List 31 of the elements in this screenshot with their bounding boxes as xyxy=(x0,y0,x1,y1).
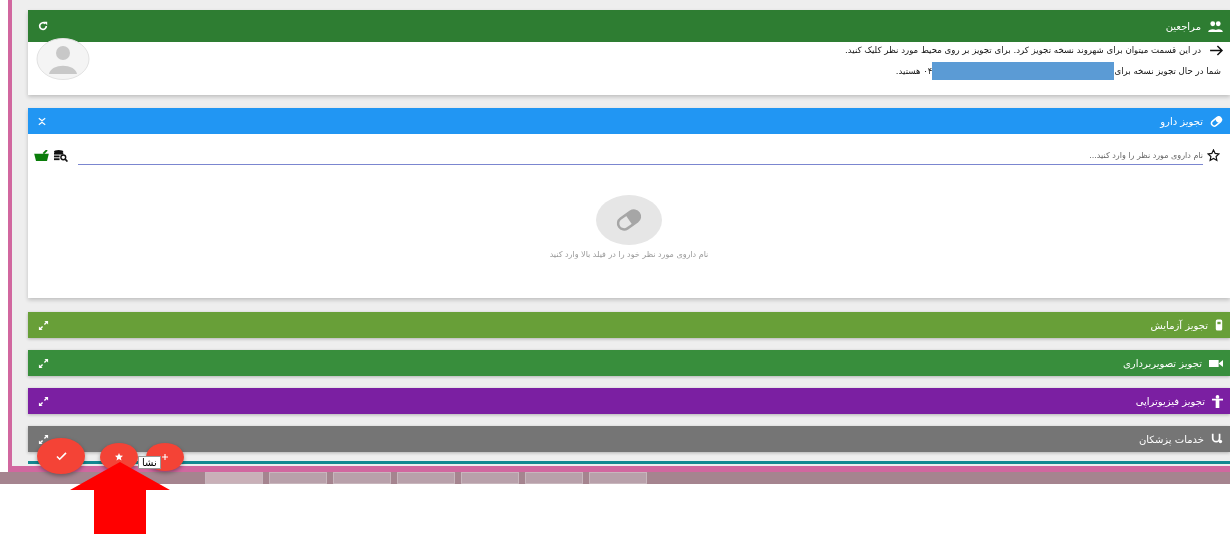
pill-icon xyxy=(596,195,662,245)
arrow-icon xyxy=(1209,44,1224,56)
refresh-icon[interactable] xyxy=(38,21,48,31)
plus-icon xyxy=(162,454,168,460)
people-icon xyxy=(1208,20,1223,32)
panel-title: مراجعین xyxy=(1165,20,1201,32)
collapsed-panel-header[interactable]: تجویز تصویربرداری xyxy=(28,350,1230,376)
collapsed-panel-header[interactable]: خدمات پزشکان xyxy=(28,426,1230,452)
basket-icon[interactable] xyxy=(34,150,49,161)
status-text: شما در حال تجویز نسخه برای xyxy=(1114,66,1221,76)
collapsed-panel-header[interactable]: تجویز آزمایش xyxy=(28,312,1230,338)
status-text: ۰۴ هستید. xyxy=(895,66,933,76)
expand-icon[interactable] xyxy=(38,357,49,369)
expand-icon[interactable] xyxy=(38,395,49,407)
collapsed-panel-header[interactable]: تجویز فیزیوتراپی xyxy=(28,388,1230,414)
check-icon xyxy=(55,451,67,461)
collapse-icon[interactable] xyxy=(38,116,46,126)
flask-icon xyxy=(1215,319,1223,331)
hint-text: در این قسمت میتوان برای شهروند نسخه تجویز کرد. برای تجویز بر روی محیط مورد نظر کلیک کنید. xyxy=(845,45,1201,55)
panel-title: تجویز دارو xyxy=(1160,115,1203,127)
pill-icon xyxy=(1210,114,1223,128)
stethoscope-icon xyxy=(1211,433,1223,445)
database-search-icon[interactable] xyxy=(53,149,68,162)
avatar-icon xyxy=(36,38,90,80)
video-camera-icon xyxy=(1209,358,1223,368)
empty-message: نام داروی مورد نظر خود را در فیلد بالا وارد کنید xyxy=(549,250,709,259)
star-icon xyxy=(115,453,123,461)
star-icon[interactable] xyxy=(1207,149,1220,162)
tooltip: نشا xyxy=(138,456,161,469)
drug-search-field[interactable]: نام داروی مورد نظر را وارد کنید... xyxy=(78,146,1203,165)
person-icon xyxy=(1212,394,1223,408)
